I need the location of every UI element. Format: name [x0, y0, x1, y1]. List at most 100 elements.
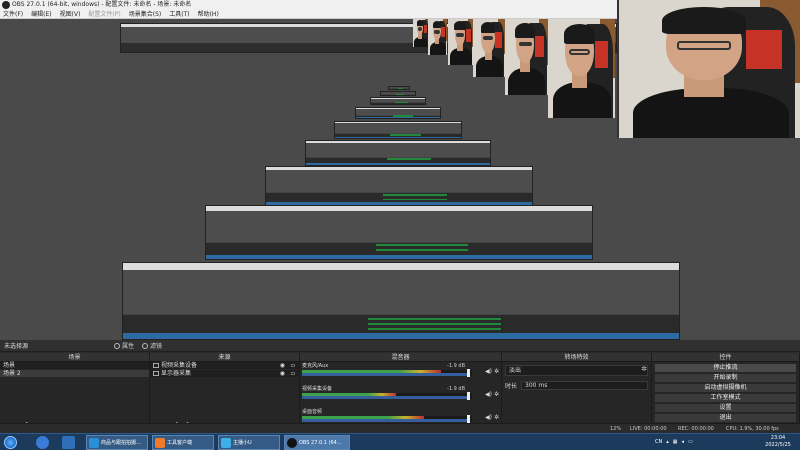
stop-streaming-button[interactable]: 停止推流	[655, 364, 796, 372]
tray-clock[interactable]: 23:04 2022/5/25	[758, 435, 798, 449]
menu-view[interactable]: 视图(V)	[60, 10, 81, 18]
webcam-copy	[413, 19, 428, 47]
scenes-dock: 场景 场景 场景 2 + − ⌃ ⌄	[0, 353, 150, 433]
webcam-copy	[473, 19, 505, 77]
sources-dock: 来源 视频采集设备 ◉ ▫ 显示器采集 ◉ ▫ + − ✲ ⌃ ⌄	[150, 353, 300, 433]
recursive-frame	[205, 205, 593, 260]
start-recording-button[interactable]: 开始录制	[655, 374, 796, 382]
visibility-eye-icon[interactable]: ◉	[280, 362, 285, 370]
gear-icon[interactable]: ✲	[641, 365, 647, 373]
visibility-eye-icon[interactable]: ◉	[280, 370, 285, 378]
volume-fill	[302, 373, 469, 376]
channel-db: -1.9 dB	[447, 363, 465, 369]
camera-icon	[153, 363, 159, 368]
menu-profile[interactable]: 配置文件(P)	[88, 10, 120, 18]
controls-title: 控件	[652, 353, 799, 362]
audio-mixer-dock: 混音器 麦克风/Aux -1.9 dB ◀) ✲ 视频采集设备 -1.9 dB ◀) ✲ 桌面音…	[300, 353, 502, 433]
speaker-icon[interactable]: ◀)	[485, 368, 492, 375]
properties-button[interactable]: 属性	[114, 341, 134, 350]
mixer-channel: 麦克风/Aux -1.9 dB ◀) ✲	[300, 362, 501, 385]
speaker-icon[interactable]: ◀)	[485, 414, 492, 421]
scene-item[interactable]: 场景	[0, 362, 149, 370]
settings-button[interactable]: 设置	[655, 404, 796, 412]
recursive-frame	[388, 86, 410, 90]
taskbar-app-obs[interactable]: OBS 27.0.1 (64...	[284, 435, 350, 450]
speaker-icon[interactable]: ◀)	[485, 391, 492, 398]
browser-icon[interactable]	[36, 436, 49, 449]
volume-meter	[302, 393, 472, 399]
webcam-copy	[448, 19, 473, 65]
webcam-feed	[617, 0, 800, 138]
menu-help[interactable]: 帮助(H)	[198, 10, 219, 18]
monitor-icon	[153, 371, 159, 376]
webcam-copy	[505, 19, 548, 95]
status-bar: 12% LIVE: 00:00:00 REC: 00:00:00 CPU: 1.…	[0, 423, 800, 433]
filters-button[interactable]: 滤镜	[142, 341, 162, 350]
filter-icon	[142, 342, 149, 349]
lock-icon[interactable]: ▫	[291, 370, 295, 378]
volume-slider-handle[interactable]	[466, 415, 470, 423]
menu-tools[interactable]: 工具(T)	[169, 10, 189, 18]
battery-icon[interactable]: ▭	[688, 434, 693, 450]
obs-window: OBS 27.0.1 (64-bit, windows) - 配置文件: 未命名…	[0, 0, 800, 450]
recursive-frame	[305, 140, 491, 166]
volume-slider-handle[interactable]	[466, 369, 470, 377]
scenes-title: 场景	[0, 353, 149, 362]
mixer-title: 混音器	[300, 353, 501, 362]
taskbar-app[interactable]: 商品与跟拍拍摄...	[86, 435, 148, 450]
recursive-frame	[380, 91, 416, 96]
menu-file[interactable]: 文件(F)	[3, 10, 23, 18]
volume-meter	[302, 370, 472, 376]
duration-input[interactable]: 300 ms	[521, 381, 648, 390]
tray-arrow-icon[interactable]: ▴	[666, 434, 669, 450]
current-source-label: 未选择源	[4, 343, 29, 350]
system-tray: CN ▴ ▦ ◂ ▭	[655, 434, 693, 450]
transition-select[interactable]: 淡出	[505, 365, 648, 376]
obs-logo-icon	[2, 1, 10, 9]
taskbar-app[interactable]: 主播小U	[218, 435, 280, 450]
clock-time: 23:04	[770, 435, 786, 441]
volume-icon[interactable]: ◂	[681, 434, 684, 450]
menu-scene-collection[interactable]: 场景集合(S)	[129, 10, 162, 18]
source-toolbar: 未选择源 属性 滤镜	[0, 340, 800, 352]
gear-icon[interactable]: ✲	[494, 414, 499, 421]
transitions-title: 转场特效	[502, 353, 651, 362]
studio-mode-button[interactable]: 工作室模式	[655, 394, 796, 402]
recursive-frame	[355, 107, 441, 119]
controls-dock: 控件 停止推流 开始录制 启动虚拟摄像机 工作室模式 设置 退出	[652, 353, 800, 433]
network-icon[interactable]: ▦	[673, 434, 678, 450]
taskbar-app[interactable]: 工具客户端	[152, 435, 214, 450]
windows-taskbar: 商品与跟拍拍摄... 工具客户端 主播小U OBS 27.0.1 (64... …	[0, 433, 800, 450]
start-button-icon[interactable]	[4, 436, 17, 449]
recursive-frame	[370, 97, 426, 105]
mixer-channel: 视频采集设备 -1.9 dB ◀) ✲	[300, 385, 501, 408]
transitions-dock: 转场特效 淡出 ✲ 时长 300 ms	[502, 353, 652, 433]
gear-icon[interactable]: ✲	[494, 368, 499, 375]
channel-db: -1.9 dB	[447, 386, 465, 392]
recursive-frame	[334, 121, 462, 139]
webcam-copy	[428, 19, 447, 55]
webcam-person	[619, 0, 800, 138]
app-icon	[89, 438, 99, 448]
volume-fill	[302, 396, 469, 399]
clock-date: 2022/5/25	[765, 442, 791, 448]
gear-icon[interactable]: ✲	[494, 391, 499, 398]
gear-icon	[114, 342, 120, 349]
input-language[interactable]: CN	[655, 434, 662, 450]
lock-icon[interactable]: ▫	[291, 362, 295, 370]
cloud-icon	[221, 438, 231, 448]
volume-fill	[302, 419, 469, 422]
source-item[interactable]: 显示器采集 ◉ ▫	[150, 370, 299, 378]
volume-slider-handle[interactable]	[466, 392, 470, 400]
recursive-frame	[265, 166, 533, 206]
menu-edit[interactable]: 编辑(E)	[31, 10, 51, 18]
start-virtual-camera-button[interactable]: 启动虚拟摄像机	[655, 384, 796, 392]
app-icon	[155, 438, 165, 448]
explorer-icon[interactable]	[62, 436, 75, 449]
scene-item[interactable]: 场景 2	[0, 370, 149, 378]
volume-meter	[302, 416, 472, 422]
recursive-frame	[122, 262, 680, 340]
exit-button[interactable]: 退出	[655, 414, 796, 422]
webcam-copy	[548, 19, 615, 118]
window-title: OBS 27.0.1 (64-bit, windows) - 配置文件: 未命名…	[12, 1, 192, 8]
